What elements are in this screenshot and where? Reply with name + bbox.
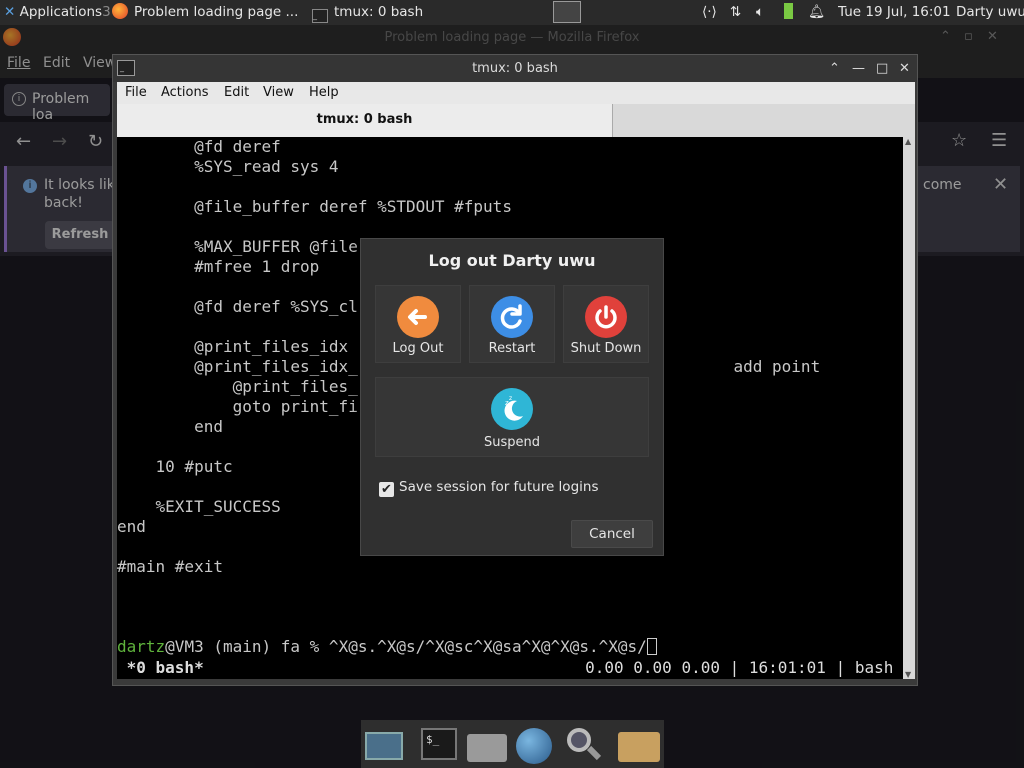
terminal-line: goto print_fi — [117, 397, 358, 416]
terminal-line: @fd deref — [117, 137, 281, 156]
terminal-tab[interactable]: tmux: 0 bash — [117, 104, 613, 137]
terminal-titlebar: _ tmux: 0 bash ⌃ — □ ✕ — [113, 55, 917, 82]
prompt-user: dartz — [117, 637, 166, 656]
user-menu[interactable]: Darty uwu — [956, 0, 1024, 25]
scroll-down-icon[interactable]: ▼ — [905, 670, 911, 679]
taskbar-firefox[interactable]: Problem loading page ... — [112, 0, 308, 25]
restart-button[interactable]: Restart — [469, 285, 555, 363]
save-session-label: Save session for future logins — [399, 479, 599, 495]
notifications-icon[interactable]: 🔔︎ — [808, 0, 824, 25]
terminal-line: @fd deref %SYS_cl — [117, 297, 358, 316]
term-menu-actions[interactable]: Actions — [161, 82, 209, 104]
terminal-line: end — [117, 417, 223, 436]
save-session-checkbox[interactable]: ✔ — [379, 482, 394, 497]
term-maximize-icon[interactable]: □ — [876, 55, 888, 82]
save-session-row[interactable]: ✔ Save session for future logins — [379, 477, 598, 497]
restart-icon — [491, 296, 533, 338]
dock-search-icon[interactable] — [563, 726, 605, 764]
shutdown-button[interactable]: Shut Down — [563, 285, 649, 363]
terminal-tab-label: tmux: 0 bash — [316, 112, 413, 127]
terminal-line: #main #exit — [117, 557, 223, 576]
dock-home-folder-icon[interactable] — [465, 726, 507, 764]
logout-label: Log Out — [392, 341, 444, 356]
xfce-logo-icon: ✕ — [4, 4, 16, 20]
scroll-up-icon[interactable]: ▲ — [905, 137, 911, 146]
suspend-moon-icon: zz — [491, 388, 533, 430]
dock-browser-icon[interactable] — [513, 726, 555, 764]
dock-terminal-icon[interactable]: $_ — [418, 726, 460, 764]
firefox-icon — [112, 3, 128, 19]
terminal-app-icon: _ — [117, 60, 135, 76]
term-menu-view[interactable]: View — [263, 82, 294, 104]
logout-dialog: Log out Darty uwu Log Out Restart Shut D… — [360, 238, 664, 556]
prompt-text: @VM3 (main) fa % ^X@s.^X@s/^X@sc^X@sa^X@… — [165, 637, 647, 656]
cursor — [646, 638, 657, 655]
terminal-menubar: File Actions Edit View Help — [117, 82, 915, 104]
term-menu-file[interactable]: File — [125, 82, 147, 104]
shutdown-label: Shut Down — [570, 341, 642, 356]
top-panel: ✕ Applications3 Problem loading page ...… — [0, 0, 1024, 25]
suspend-button[interactable]: zz Suspend — [375, 377, 649, 457]
tmux-window-list: *0 bash* — [117, 658, 204, 677]
taskbar-firefox-label: Problem loading page ... — [134, 4, 299, 20]
terminal-line: %MAX_BUFFER @file — [117, 237, 358, 256]
suspend-label: Suspend — [483, 435, 540, 450]
cancel-label: Cancel — [589, 526, 635, 542]
applications-menu[interactable]: ✕ Applications3 — [4, 0, 110, 25]
dialog-title: Log out Darty uwu — [428, 251, 596, 270]
cancel-button[interactable]: Cancel — [571, 520, 653, 548]
tmux-status-right: 0.00 0.00 0.00 | 16:01:01 | bash — [585, 658, 903, 677]
battery-icon[interactable] — [784, 0, 798, 25]
applications-label: Applications — [19, 4, 103, 20]
workspace-icon — [553, 1, 581, 23]
dock: $_ — [361, 720, 664, 768]
terminal-line: #mfree 1 drop — [117, 257, 320, 276]
svg-text:z: z — [509, 395, 512, 402]
terminal-tabbar: tmux: 0 bash — [117, 104, 915, 137]
terminal-window-title: tmux: 0 bash — [472, 61, 558, 76]
show-desktop-icon[interactable] — [363, 726, 405, 764]
clock[interactable]: Tue 19 Jul, 16:01 — [838, 0, 950, 25]
restart-label: Restart — [488, 341, 536, 356]
dock-files-icon[interactable] — [617, 726, 660, 764]
terminal-line: @print_files_ — [117, 377, 358, 396]
terminal-line: 10 #putc — [117, 457, 233, 476]
term-menu-edit[interactable]: Edit — [224, 82, 249, 104]
term-menu-help[interactable]: Help — [309, 82, 339, 104]
logout-arrow-icon — [397, 296, 439, 338]
volume-icon[interactable]: 🔈︎ — [756, 0, 774, 25]
transfer-icon[interactable]: ⇅ — [730, 0, 748, 25]
taskbar-terminal[interactable]: _ tmux: 0 bash — [312, 0, 452, 25]
term-minimize-icon[interactable]: ⌃ — [829, 55, 840, 82]
network-icon[interactable]: ⟨·⟩ — [702, 0, 722, 25]
terminal-line: @file_buffer deref %STDOUT #fputs — [117, 197, 512, 216]
tmux-status-bar: *0 bash* 0.00 0.00 0.00 | 16:01:01 | bas… — [117, 657, 903, 679]
prompt-line: dartz@VM3 (main) fa % ^X@s.^X@s/^X@sc^X@… — [117, 637, 657, 657]
logout-button[interactable]: Log Out — [375, 285, 461, 363]
terminal-line: %EXIT_SUCCESS — [117, 497, 281, 516]
workspace-switcher[interactable] — [553, 0, 583, 25]
taskbar-terminal-label: tmux: 0 bash — [334, 4, 424, 20]
terminal-line: end — [117, 517, 146, 536]
power-icon — [585, 296, 627, 338]
terminal-icon: _ — [312, 9, 328, 23]
terminal-scrollbar[interactable]: ▲ ▼ — [903, 137, 915, 679]
term-close-icon[interactable]: ✕ — [899, 55, 910, 82]
term-restore-icon[interactable]: — — [852, 55, 865, 82]
terminal-line: @print_files_idx — [117, 337, 349, 356]
terminal-line: %SYS_read sys 4 — [117, 157, 339, 176]
